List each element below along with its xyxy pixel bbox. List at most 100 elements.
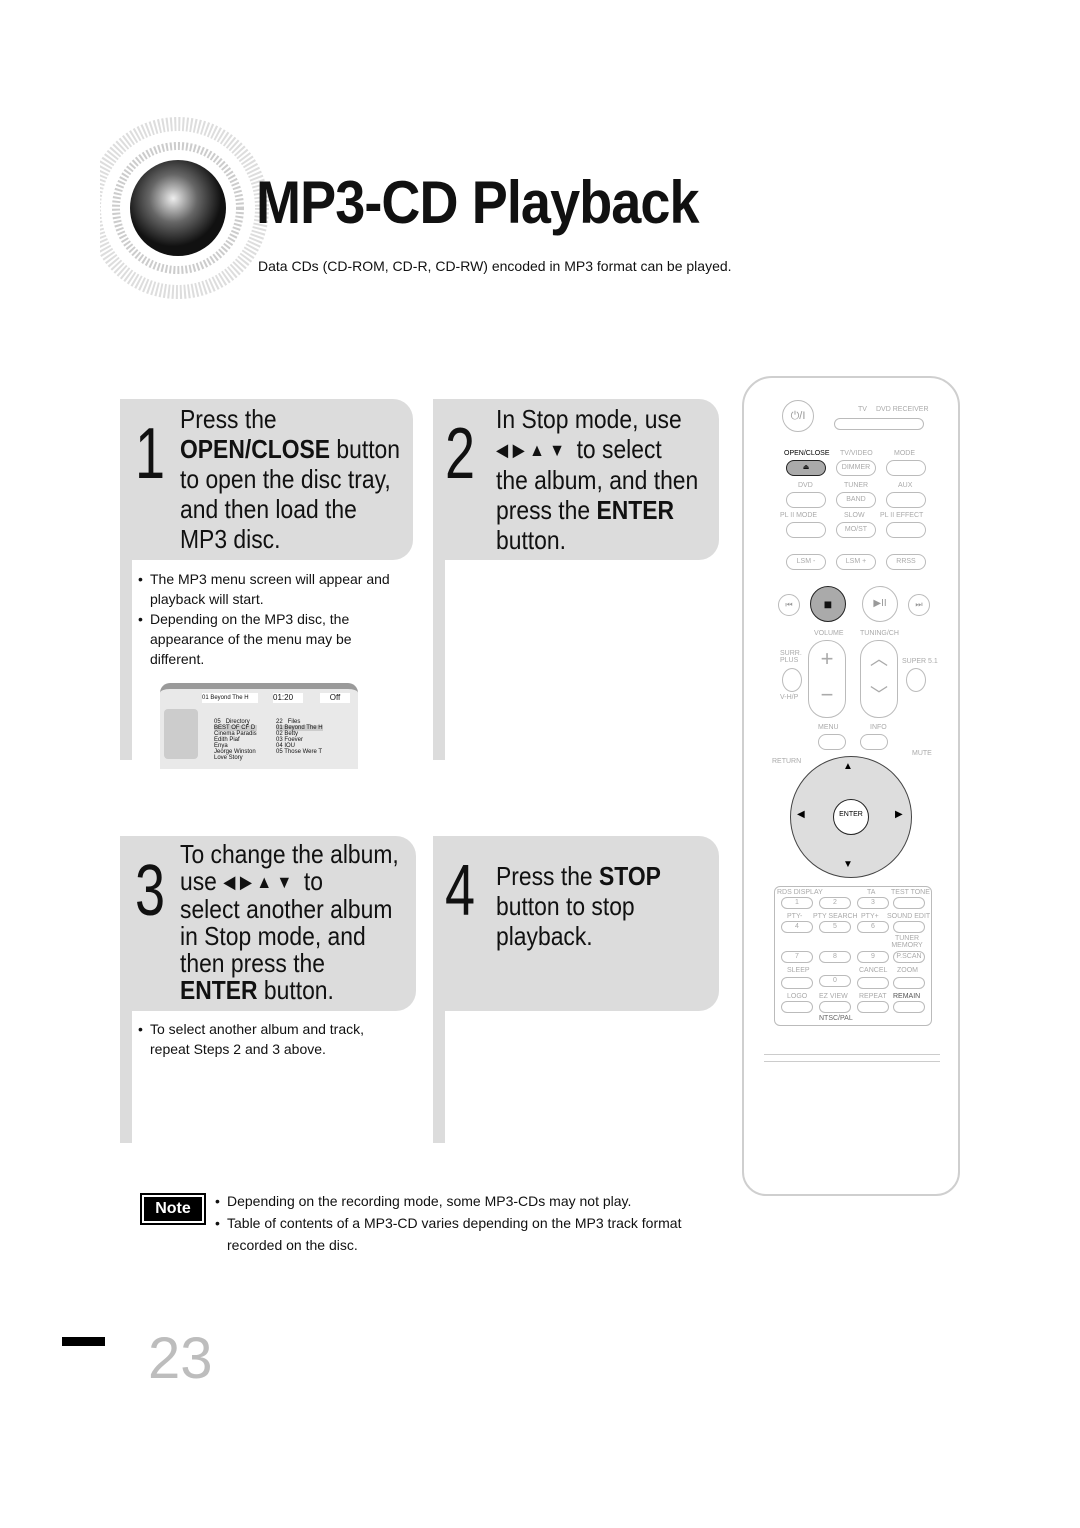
digit-0-button[interactable]: 0 <box>819 975 851 987</box>
directory-list: 05 Directory BEST OF CF D Cinema Paradis… <box>214 719 257 761</box>
logo-button[interactable] <box>781 1001 813 1013</box>
mode-switch[interactable] <box>834 418 924 430</box>
sound-edit-label: SOUND EDIT <box>887 913 931 920</box>
sleep-button[interactable] <box>781 977 813 989</box>
open-close-button[interactable]: ⏏ <box>786 460 826 476</box>
rrss-button[interactable]: RRSS <box>886 554 926 570</box>
lsm-minus-button[interactable]: LSM - <box>786 554 826 570</box>
arrow-keys-icon: ◀ ▶ ▲ ▼ <box>496 440 565 460</box>
step-2-bar <box>433 560 445 760</box>
step-1-bullets: The MP3 menu screen will appear and play… <box>138 569 398 669</box>
time-field: 01:20 <box>273 693 303 703</box>
dvd-button[interactable] <box>786 492 826 508</box>
step-3-text: To change the album, use ◀ ▶ ▲ ▼ to sele… <box>180 839 399 1005</box>
remote-control: ⏻/I TV DVD RECEIVER OPEN/CLOSE ⏏ TV/VIDE… <box>742 376 960 1196</box>
repeat-field: Off <box>320 693 350 703</box>
previous-icon[interactable]: ⏮ <box>778 594 800 616</box>
remain-label: REMAIN <box>893 993 921 1000</box>
super51-button[interactable] <box>906 668 926 692</box>
digit-8-button[interactable]: 8 <box>819 951 851 963</box>
repeat-label: REPEAT <box>859 993 887 1000</box>
tv-video-label: TV/VIDEO <box>840 450 873 457</box>
volume-label: VOLUME <box>814 630 844 637</box>
mode-button[interactable] <box>886 460 926 476</box>
remote-divider <box>764 1054 940 1062</box>
dimmer-button[interactable]: DIMMER <box>836 460 876 476</box>
dvd-label: DVD <box>798 482 813 489</box>
step-2-text: In Stop mode, use ◀ ▶ ▲ ▼ to select the … <box>496 404 699 555</box>
aux-button[interactable] <box>886 492 926 508</box>
logo-label: LOGO <box>787 993 808 1000</box>
info-button[interactable] <box>860 734 888 750</box>
power-button[interactable]: ⏻/I <box>782 400 814 432</box>
mute-label: MUTE <box>912 750 932 757</box>
pty-search-label: PTY SEARCH <box>813 913 858 920</box>
slow-label: SLOW <box>844 512 865 519</box>
digit-4-button[interactable]: 4 <box>781 921 813 933</box>
step-1-bar <box>120 560 132 760</box>
ta-label: TA <box>867 889 876 896</box>
file-list: 22 Files 01 Beyond The H 02 Betty 03 Foev… <box>276 719 323 755</box>
ntsc-pal-label: NTSC/PAL <box>819 1015 853 1022</box>
mp3-menu-screenshot: 01 Beyond The H 01:20 Off 05 Directory B… <box>160 683 358 769</box>
arrow-down-icon[interactable]: ▼ <box>843 859 853 870</box>
mode-label: MODE <box>894 450 915 457</box>
cancel-button[interactable] <box>857 977 889 989</box>
test-tone-button[interactable] <box>893 897 925 909</box>
page-title: MP3-CD Playback <box>256 169 700 236</box>
pl2-effect-button[interactable] <box>886 522 926 538</box>
zoom-label: ZOOM <box>897 967 918 974</box>
play-pause-button[interactable]: ▶II <box>862 586 898 622</box>
stop-button[interactable]: ■ <box>810 586 846 622</box>
step-number: 4 <box>445 851 476 931</box>
page-subtitle: Data CDs (CD-ROM, CD-R, CD-RW) encoded i… <box>258 258 732 274</box>
tuning-label: TUNING/CH <box>860 630 899 637</box>
pty-minus-label: PTY- <box>787 913 803 920</box>
numeric-keypad: RDS DISPLAY TA TEST TONE 1 2 3 PTY- PTY … <box>774 886 932 1026</box>
digit-6-button[interactable]: 6 <box>857 921 889 933</box>
digit-9-button[interactable]: 9 <box>857 951 889 963</box>
track-field: 01 Beyond The H <box>202 693 258 703</box>
arrow-left-icon[interactable]: ◀ <box>797 809 805 820</box>
mp3-logo <box>164 709 198 759</box>
aux-label: AUX <box>898 482 913 489</box>
lsm-plus-button[interactable]: LSM + <box>836 554 876 570</box>
digit-7-button[interactable]: 7 <box>781 951 813 963</box>
digit-1-button[interactable]: 1 <box>781 897 813 909</box>
mo-st-button[interactable]: MO/ST <box>836 522 876 538</box>
note-list: Depending on the recording mode, some MP… <box>215 1190 695 1256</box>
zoom-button[interactable] <box>893 977 925 989</box>
pl2-mode-button[interactable] <box>786 522 826 538</box>
pty-plus-label: PTY+ <box>861 913 879 920</box>
digit-5-button[interactable]: 5 <box>819 921 851 933</box>
surr-plus-button[interactable] <box>782 668 802 692</box>
next-icon[interactable]: ⏭ <box>908 594 930 616</box>
band-button[interactable]: BAND <box>836 492 876 508</box>
remain-button[interactable] <box>893 1001 925 1013</box>
pl2-effect-label: PL II EFFECT <box>880 512 924 519</box>
pscan-button[interactable]: P.SCAN <box>893 951 925 963</box>
info-label: INFO <box>870 724 887 731</box>
step-number: 2 <box>445 414 476 494</box>
sound-edit-button[interactable] <box>893 921 925 933</box>
ez-view-button[interactable] <box>819 1001 851 1013</box>
tv-label: TV <box>858 406 867 413</box>
volume-rocker[interactable]: + − <box>808 640 846 718</box>
menu-label: MENU <box>818 724 839 731</box>
navigation-pad[interactable]: ▲ ▼ ◀ ▶ ENTER <box>790 756 912 878</box>
repeat-button[interactable] <box>857 1001 889 1013</box>
page-number: 23 <box>148 1326 213 1391</box>
open-close-label: OPEN/CLOSE <box>784 450 830 457</box>
enter-button[interactable]: ENTER <box>833 799 869 835</box>
tuning-rocker[interactable]: ︿ ﹀ <box>860 640 898 718</box>
sleep-label: SLEEP <box>787 967 810 974</box>
arrow-up-icon[interactable]: ▲ <box>843 761 853 772</box>
arrow-right-icon[interactable]: ▶ <box>895 809 903 820</box>
step-number: 1 <box>135 414 166 494</box>
menu-button[interactable] <box>818 734 846 750</box>
arrow-keys-icon: ◀ ▶ ▲ ▼ <box>223 872 293 892</box>
note-badge: Note <box>140 1193 206 1225</box>
digit-3-button[interactable]: 3 <box>857 897 889 909</box>
digit-2-button[interactable]: 2 <box>819 897 851 909</box>
rds-display-label: RDS DISPLAY <box>777 889 823 896</box>
